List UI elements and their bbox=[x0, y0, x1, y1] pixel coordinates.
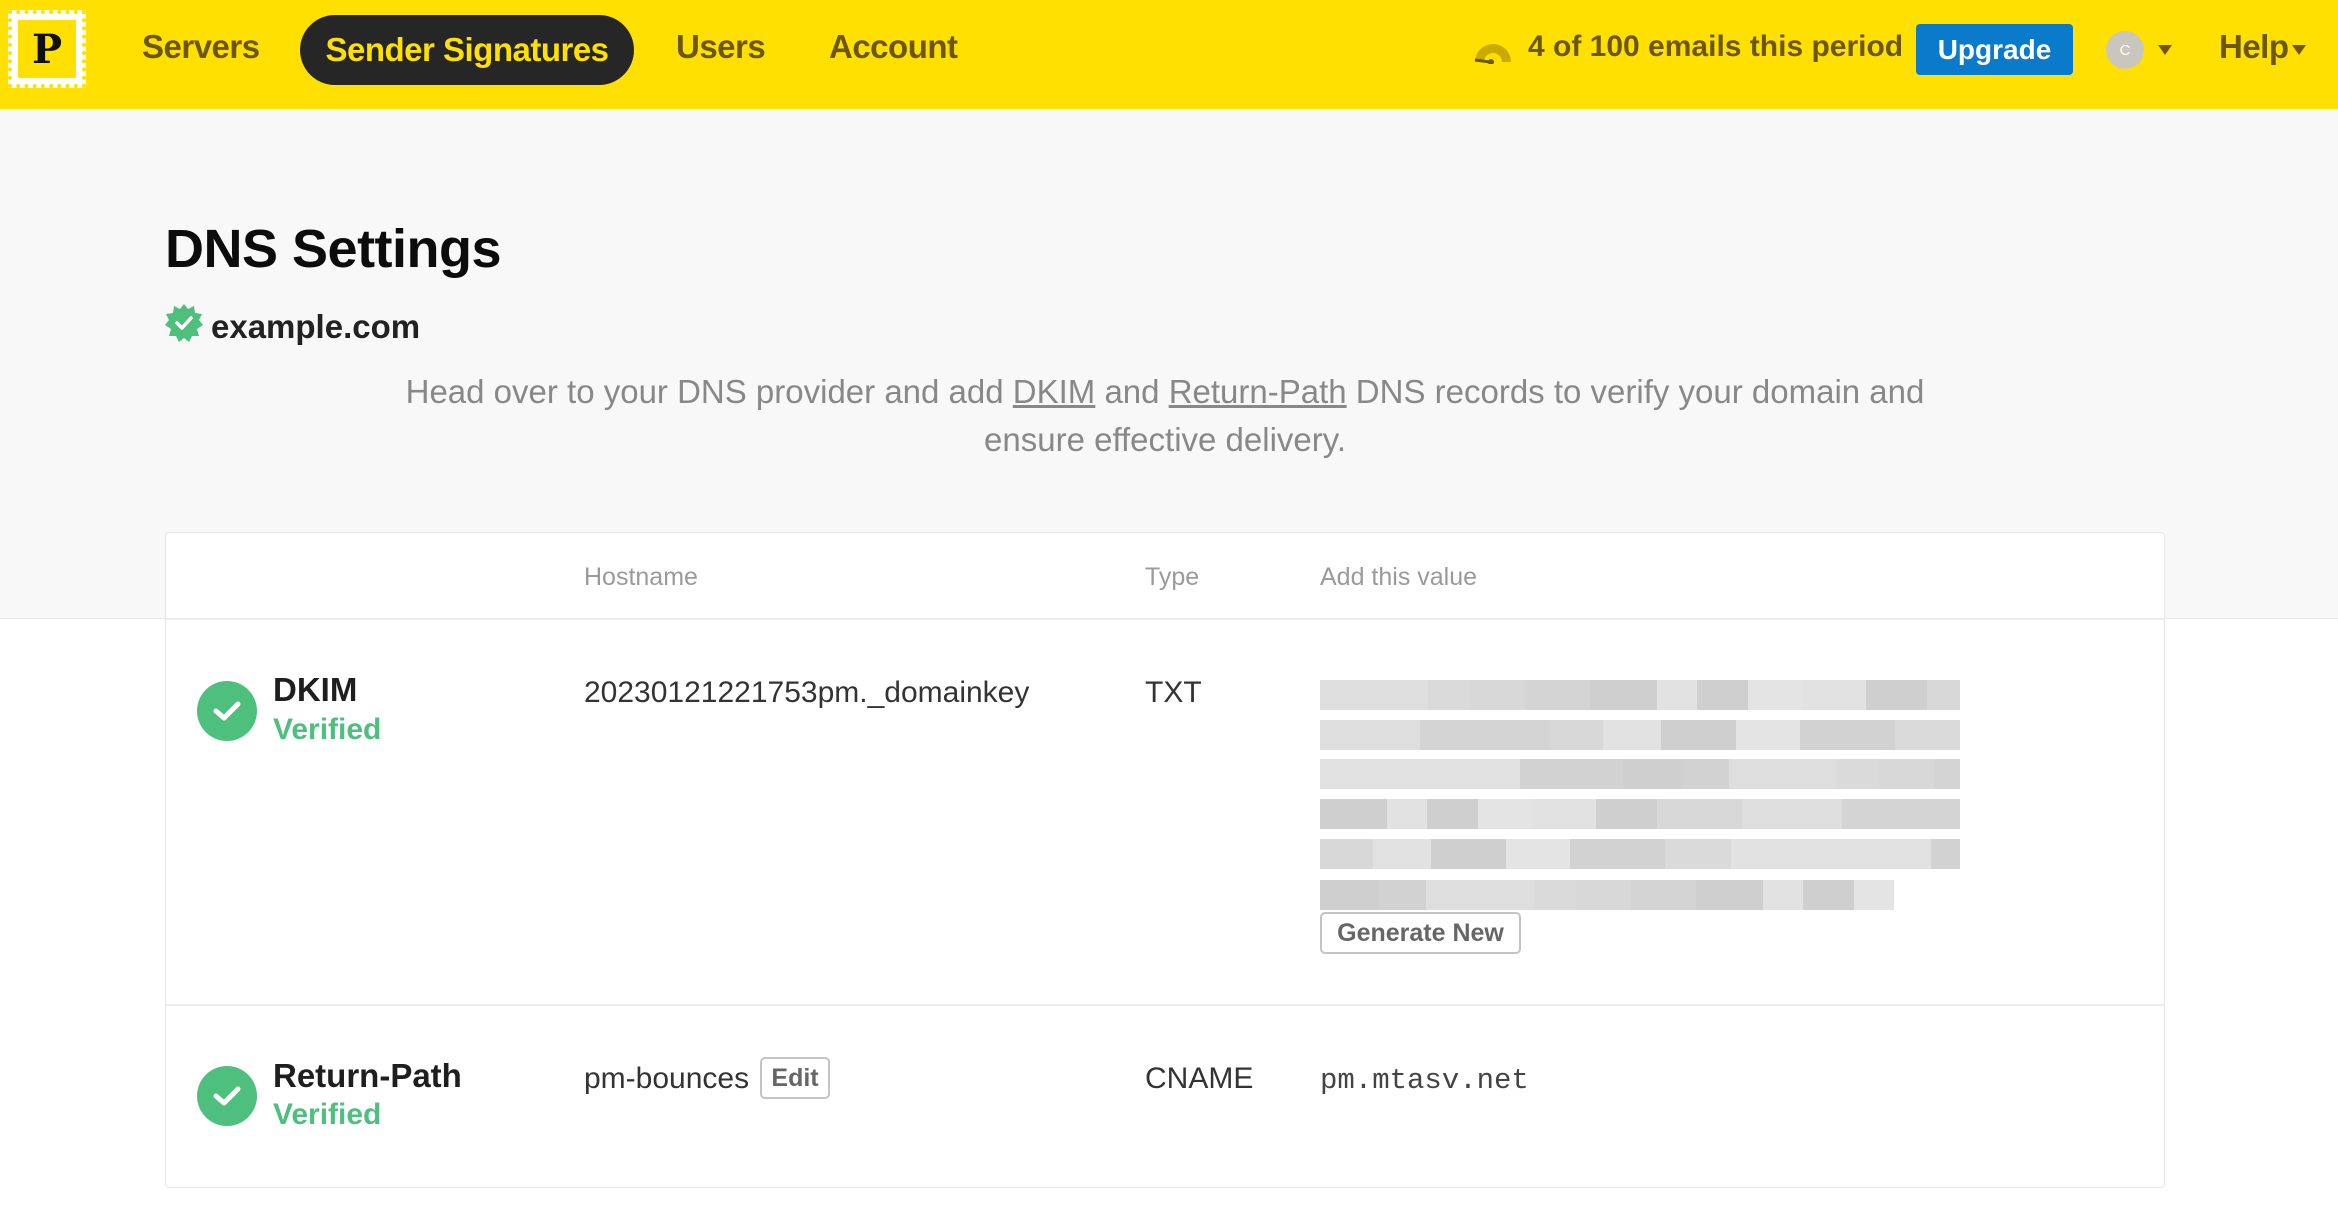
redacted-segment bbox=[1837, 759, 1879, 789]
redacted-segment bbox=[1879, 759, 1934, 789]
redacted-segment bbox=[1927, 680, 1960, 710]
return-path-value[interactable]: pm.mtasv.net bbox=[1320, 1064, 1529, 1097]
redacted-segment bbox=[1596, 799, 1657, 829]
record-name-dkim: DKIM bbox=[273, 671, 358, 708]
redacted-segment bbox=[1320, 880, 1379, 910]
record-status-return-path: Verified bbox=[273, 1098, 382, 1131]
redacted-segment bbox=[1931, 839, 1960, 869]
redacted-segment bbox=[1696, 880, 1763, 910]
redacted-segment bbox=[1736, 720, 1800, 750]
redacted-segment bbox=[1320, 680, 1428, 710]
header-type: Type bbox=[1145, 563, 1200, 591]
redacted-segment bbox=[1731, 839, 1835, 869]
header-divider bbox=[166, 618, 2164, 620]
redacted-segment bbox=[1697, 680, 1748, 710]
row-divider bbox=[166, 1004, 2164, 1006]
redacted-segment bbox=[1842, 799, 1891, 829]
redacted-segment bbox=[1891, 799, 1960, 829]
redacted-segment bbox=[1866, 680, 1927, 710]
postmark-logo[interactable]: P bbox=[8, 10, 86, 88]
redacted-segment bbox=[1431, 839, 1506, 869]
help-menu[interactable]: Help bbox=[2219, 28, 2289, 66]
redacted-segment bbox=[1800, 720, 1895, 750]
nav-account[interactable]: Account bbox=[829, 28, 958, 66]
header-hostname: Hostname bbox=[584, 563, 698, 591]
domain-name: example.com bbox=[211, 308, 421, 345]
dkim-link[interactable]: DKIM bbox=[1013, 373, 1096, 410]
redacted-segment bbox=[1420, 720, 1469, 750]
nav-sender-signatures[interactable]: Sender Signatures bbox=[300, 15, 634, 85]
dkim-value-redacted bbox=[1320, 680, 1960, 910]
top-nav: P Servers Sender Signatures Users Accoun… bbox=[0, 0, 2338, 109]
redacted-segment bbox=[1748, 680, 1802, 710]
dkim-type: TXT bbox=[1145, 676, 1202, 709]
redacted-segment bbox=[1506, 839, 1570, 869]
redacted-segment bbox=[1469, 720, 1550, 750]
redacted-segment bbox=[1320, 720, 1420, 750]
redacted-segment bbox=[1742, 799, 1842, 829]
redacted-segment bbox=[1934, 759, 1960, 789]
redacted-segment bbox=[1657, 680, 1697, 710]
return-path-type: CNAME bbox=[1145, 1062, 1254, 1095]
redacted-segment bbox=[1665, 839, 1731, 869]
page-title: DNS Settings bbox=[165, 219, 502, 279]
redacted-segment bbox=[1657, 799, 1742, 829]
redacted-segment bbox=[1373, 839, 1431, 869]
redacted-segment bbox=[1320, 799, 1387, 829]
avatar[interactable]: C bbox=[2106, 31, 2144, 69]
redacted-segment bbox=[1835, 839, 1931, 869]
redacted-segment bbox=[1534, 880, 1576, 910]
redacted-segment bbox=[1854, 880, 1894, 910]
redacted-segment bbox=[1682, 759, 1729, 789]
redacted-segment bbox=[1803, 880, 1854, 910]
redacted-segment bbox=[1470, 680, 1525, 710]
usage-text: 4 of 100 emails this period bbox=[1528, 30, 1904, 63]
redacted-segment bbox=[1387, 799, 1427, 829]
return-path-link[interactable]: Return-Path bbox=[1169, 373, 1347, 410]
redacted-segment bbox=[1570, 839, 1665, 869]
record-name-return-path: Return-Path bbox=[273, 1057, 462, 1094]
redacted-segment bbox=[1802, 680, 1866, 710]
redacted-segment bbox=[1428, 680, 1470, 710]
intro-part: and bbox=[1095, 373, 1169, 410]
usage-gauge-icon bbox=[1474, 44, 1511, 64]
nav-users[interactable]: Users bbox=[676, 28, 766, 66]
redacted-segment bbox=[1631, 880, 1696, 910]
redacted-segment bbox=[1590, 680, 1657, 710]
dkim-hostname: 20230121221753pm._domainkey bbox=[584, 676, 1030, 709]
redacted-segment bbox=[1426, 880, 1534, 910]
redacted-segment bbox=[1576, 880, 1631, 910]
redacted-segment bbox=[1520, 759, 1623, 789]
redacted-segment bbox=[1379, 880, 1426, 910]
redacted-segment bbox=[1550, 720, 1603, 750]
redacted-segment bbox=[1603, 720, 1661, 750]
verified-check-icon bbox=[197, 681, 257, 741]
upgrade-button[interactable]: Upgrade bbox=[1916, 24, 2073, 75]
redacted-segment bbox=[1895, 720, 1960, 750]
redacted-segment bbox=[1478, 799, 1532, 829]
verified-check-icon bbox=[197, 1066, 257, 1126]
redacted-segment bbox=[1320, 759, 1424, 789]
redacted-segment bbox=[1525, 680, 1590, 710]
redacted-segment bbox=[1729, 759, 1837, 789]
redacted-segment bbox=[1320, 839, 1373, 869]
record-status-dkim: Verified bbox=[273, 713, 382, 746]
redacted-segment bbox=[1427, 799, 1478, 829]
header-value: Add this value bbox=[1320, 563, 1478, 591]
nav-servers[interactable]: Servers bbox=[142, 28, 260, 66]
generate-new-button[interactable]: Generate New bbox=[1320, 912, 1521, 954]
redacted-segment bbox=[1661, 720, 1736, 750]
redacted-segment bbox=[1623, 759, 1682, 789]
redacted-segment bbox=[1763, 880, 1803, 910]
redacted-segment bbox=[1532, 799, 1596, 829]
verified-badge-icon bbox=[165, 304, 203, 342]
intro-text: Head over to your DNS provider and add D… bbox=[400, 368, 1930, 464]
return-path-hostname: pm-bounces bbox=[584, 1062, 750, 1095]
help-caret-icon[interactable] bbox=[2292, 45, 2306, 55]
redacted-segment bbox=[1424, 759, 1520, 789]
edit-hostname-button[interactable]: Edit bbox=[760, 1057, 830, 1099]
account-caret-icon[interactable] bbox=[2158, 45, 2172, 55]
intro-part: Head over to your DNS provider and add bbox=[405, 373, 1013, 410]
